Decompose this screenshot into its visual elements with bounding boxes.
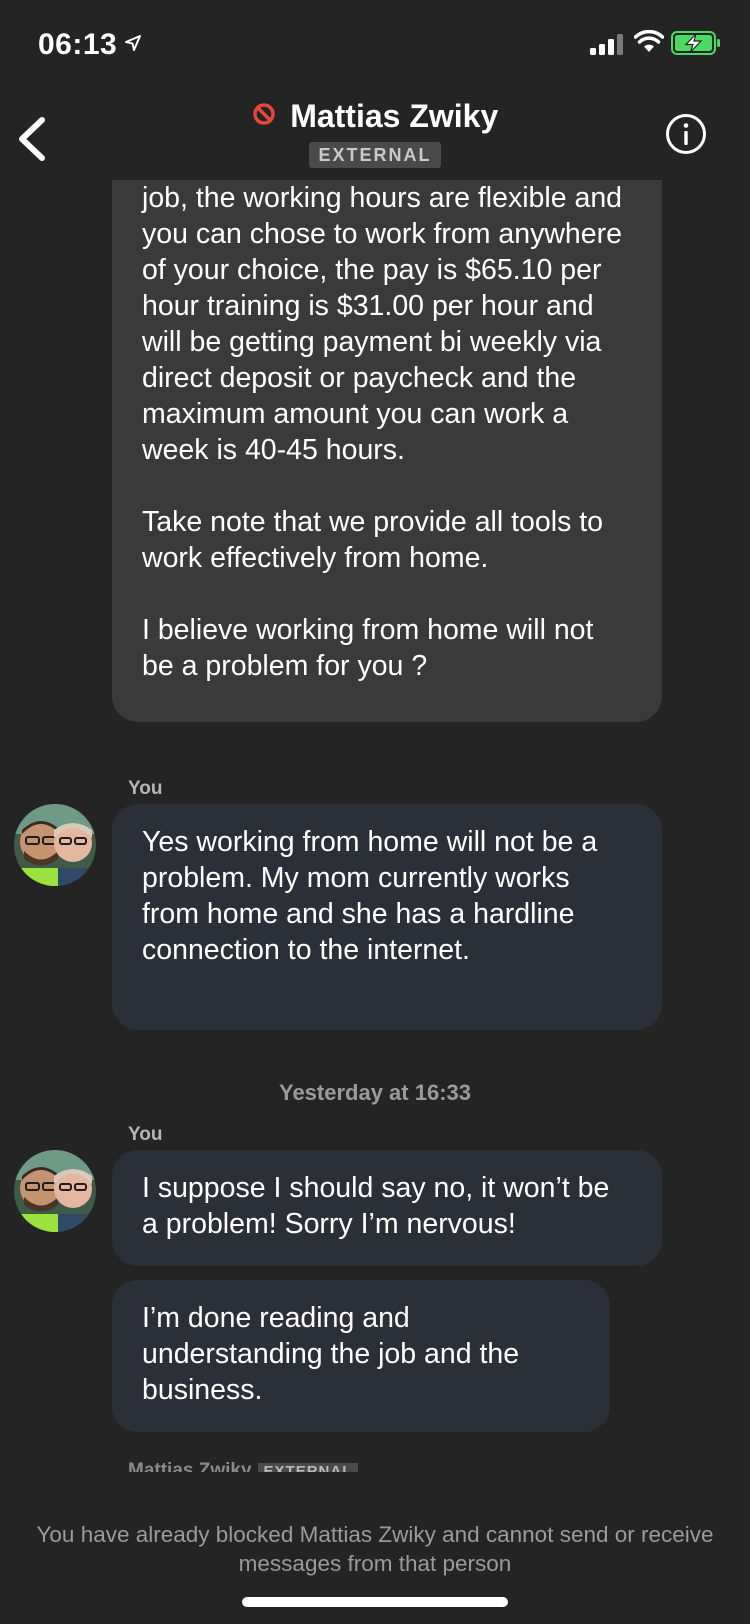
timestamp: Yesterday at 16:33	[278, 1080, 472, 1105]
header-title: Mattias Zwiky	[0, 98, 750, 135]
avatar[interactable]	[14, 804, 96, 886]
info-icon	[666, 114, 706, 154]
chat-header: Mattias Zwiky EXTERNAL	[0, 90, 750, 180]
outgoing-message[interactable]: I suppose I should say no, it won’t be a…	[112, 1150, 662, 1266]
avatar-photo	[14, 1150, 96, 1232]
status-bar: 06:13	[0, 0, 750, 90]
blocked-icon	[252, 102, 275, 125]
avatar[interactable]	[14, 1150, 96, 1232]
blocked-notice: You have already blocked Mattias Zwiky a…	[36, 1522, 714, 1576]
outgoing-message[interactable]: Yes working from home will not be a prob…	[112, 804, 662, 1030]
contact-name[interactable]: Mattias Zwiky	[290, 98, 498, 134]
battery-charging-icon	[671, 31, 720, 55]
incoming-message[interactable]: job, the working hours are flexible and …	[112, 180, 662, 722]
message-list[interactable]: job, the working hours are flexible and …	[0, 180, 750, 1472]
sender-label: You	[128, 1124, 163, 1145]
outgoing-message[interactable]: I’m done reading and understanding the j…	[112, 1280, 610, 1432]
external-badge: EXTERNAL	[257, 1463, 359, 1472]
sender-label-clipped: Mattias Zwiky EXTERNAL	[128, 1460, 359, 1472]
sender-label: You	[128, 778, 163, 799]
location-arrow-icon	[125, 35, 141, 51]
wifi-icon	[634, 30, 664, 52]
external-badge: EXTERNAL	[309, 142, 441, 168]
avatar-photo	[14, 804, 96, 886]
info-button[interactable]	[664, 112, 708, 156]
home-indicator[interactable]	[242, 1597, 508, 1607]
status-time: 06:13	[38, 28, 118, 61]
cellular-signal-icon	[590, 34, 623, 55]
